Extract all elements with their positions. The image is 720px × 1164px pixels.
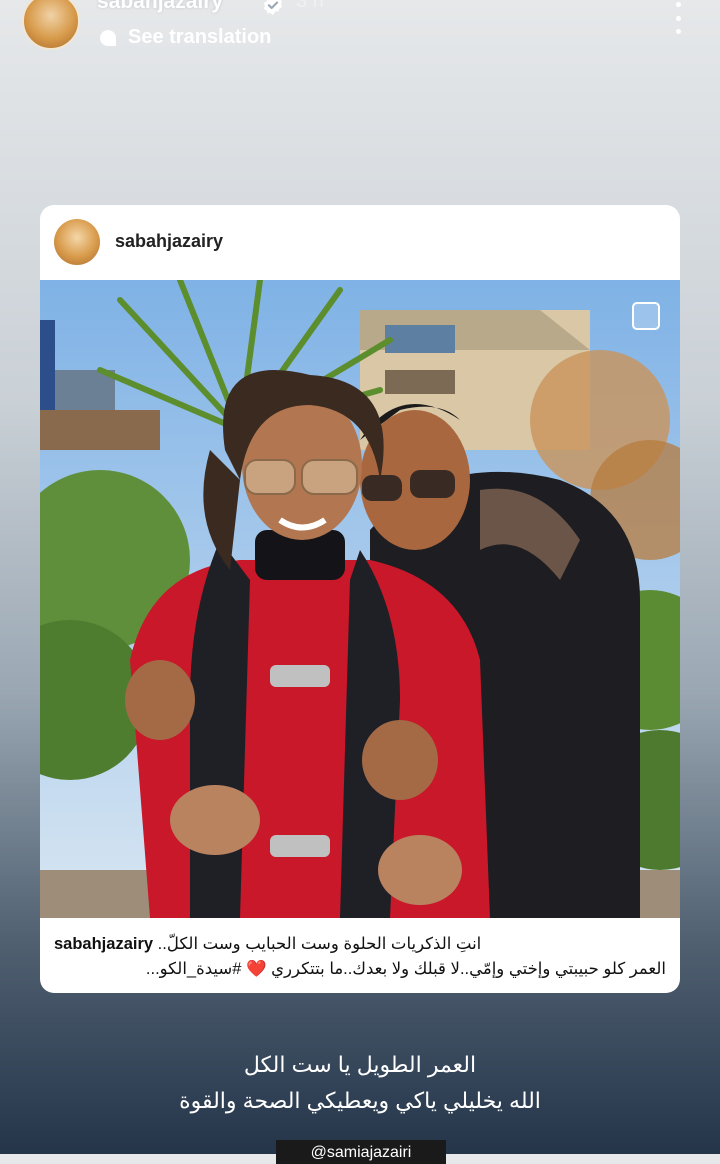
story-username[interactable]: sabahjazairy — [97, 0, 223, 14]
see-translation-label: See translation — [128, 26, 272, 48]
caption-line-2: العمر كلو حبيبتي وإختي وإمّي..لا قبلك ول… — [145, 960, 666, 978]
mention-sticker[interactable]: @samiajazairi — [276, 1140, 446, 1164]
story-avatar[interactable] — [22, 0, 80, 50]
post-username[interactable]: sabahjazairy — [115, 231, 223, 252]
verified-badge-icon — [263, 0, 283, 16]
select-checkbox-icon[interactable] — [632, 302, 660, 330]
caption-text-1: ..انتِ الذكريات الحلوة وست الحبايب وست ا… — [157, 935, 482, 953]
caption-username[interactable]: sabahjazairy — [54, 935, 153, 953]
post-photo[interactable] — [40, 280, 680, 918]
see-translation-button[interactable]: See translation — [98, 26, 271, 49]
post-caption: sabahjazairy ..انتِ الذكريات الحلوة وست … — [54, 932, 666, 982]
story-text-line-2: الله يخليلي ياكي ويعطيكي الصحة والقوة — [179, 1088, 541, 1113]
translate-icon — [100, 29, 116, 46]
post-avatar[interactable] — [54, 219, 100, 265]
photo-illustration — [40, 280, 680, 918]
story-time: 3 h — [296, 0, 324, 12]
shared-post-card[interactable]: sabahjazairy sabahjazairy ..انتِ الذكريا… — [40, 205, 680, 993]
caption-line-1: sabahjazairy ..انتِ الذكريات الحلوة وست … — [54, 932, 666, 956]
more-vertical-icon[interactable] — [668, 2, 688, 34]
story-text-line-1: العمر الطويل يا ست الكل — [243, 1052, 477, 1077]
